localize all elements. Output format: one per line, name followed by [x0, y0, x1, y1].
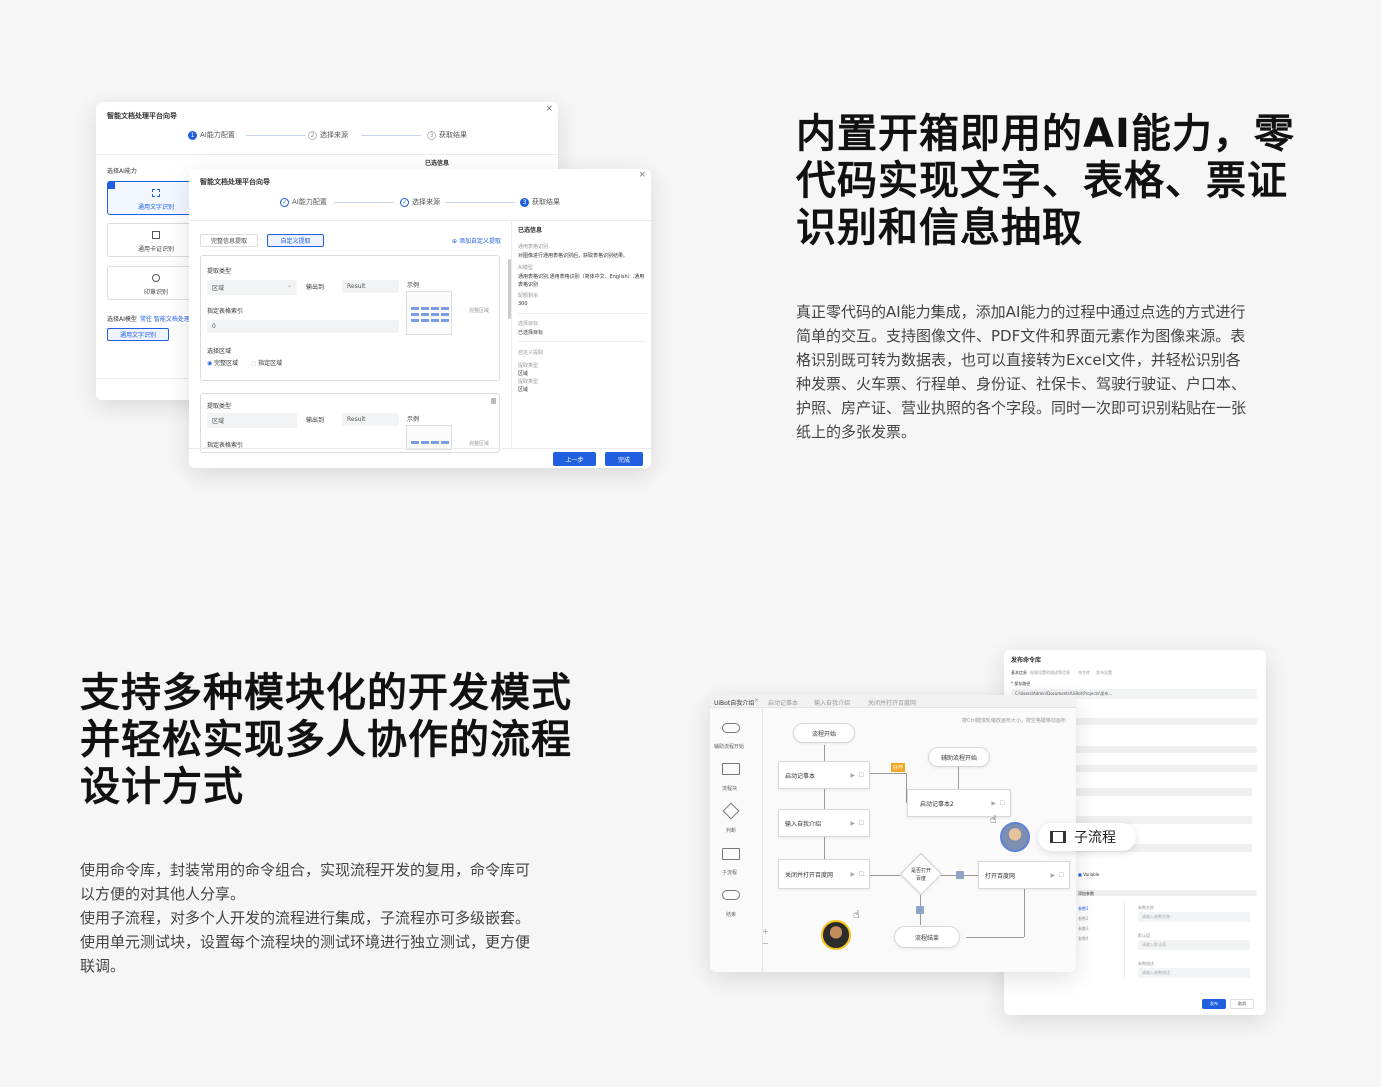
- radio-checked-icon: ◉: [207, 360, 213, 367]
- wizard-front-dialog: 智能文档处理平台向导 × ✓ AI能力配置 ✓ 选择来源 3 获取结果 完整信息提取 …: [189, 169, 651, 468]
- edit-icon[interactable]: ☐: [859, 772, 864, 779]
- example-callout: 完整区域: [469, 441, 490, 447]
- tab-notepad[interactable]: 启动记事本: [768, 698, 798, 707]
- plus-circle-icon: ⊕: [452, 238, 458, 245]
- table-example-image: [406, 291, 452, 335]
- type-select[interactable]: 区域: [207, 280, 297, 295]
- done-button[interactable]: 完成: [605, 452, 643, 466]
- step-3[interactable]: 3 获取结果: [520, 197, 560, 207]
- play-icon[interactable]: ▶: [850, 772, 855, 779]
- type-select[interactable]: 区域: [207, 413, 297, 428]
- edit-icon[interactable]: ☐: [1000, 800, 1005, 807]
- edit-icon[interactable]: ☐: [859, 871, 864, 878]
- selected-info-label: 已选信息: [425, 160, 450, 167]
- step-2[interactable]: ✓ 选择来源: [400, 197, 440, 207]
- dialog-title: 智能文档处理平台向导: [107, 112, 177, 120]
- subflow-shape-icon[interactable]: [722, 848, 740, 860]
- decision-shape-icon[interactable]: [722, 802, 740, 820]
- model-label: 选择AI模型: [107, 316, 137, 323]
- close-icon[interactable]: ×: [545, 104, 553, 114]
- tab-uibot[interactable]: UiBot自我介绍: [714, 698, 754, 707]
- dialog-title: 发布命令库: [1011, 657, 1042, 664]
- step-3[interactable]: 3 获取结果: [427, 130, 467, 140]
- avatar: [821, 920, 851, 950]
- zoom-in-button[interactable]: +: [762, 927, 769, 936]
- ocr-icon: [152, 189, 160, 197]
- node-helper-start[interactable]: 辅助流程开始: [928, 747, 990, 767]
- section2-paragraph: 使用命令库，封装常用的命令组合，实现流程开发的复用，命令库可 以方便的对其他人分…: [80, 861, 531, 975]
- section1-headline: 内置开箱即用的AI能力，零 代码实现文字、表格、票证 识别和信息抽取: [796, 111, 1295, 251]
- add-custom-link[interactable]: ⊕ 添加自定义提取: [452, 236, 501, 245]
- play-icon[interactable]: ▶: [850, 871, 855, 878]
- trash-icon[interactable]: [491, 398, 496, 404]
- status-badge: 好坏: [891, 763, 906, 772]
- chevron-down-icon: ⌄: [287, 282, 293, 289]
- zoom-out-button[interactable]: −: [762, 939, 769, 948]
- play-icon[interactable]: ▶: [850, 820, 855, 827]
- tab-full-extract[interactable]: 完整信息提取: [200, 234, 258, 247]
- cancel-button[interactable]: 取消: [1230, 999, 1254, 1009]
- cursor-icon: ☝: [990, 813, 997, 826]
- avatar: [1000, 822, 1030, 852]
- node-intro[interactable]: 输入自我介绍 ▶ ☐: [778, 809, 870, 837]
- checkbox[interactable]: ■ Variable: [1078, 872, 1099, 877]
- node-baidu[interactable]: 关闭并打开百度网 ▶ ☐: [778, 859, 870, 889]
- example-callout: 完整区域: [469, 308, 490, 314]
- model-link[interactable]: 常往 智能文档处理平: [140, 314, 196, 323]
- subflow-tag: 子流程: [1038, 823, 1136, 851]
- radio-full[interactable]: ◉ 完整区域: [207, 358, 238, 367]
- section1-paragraph: 真正零代码的AI能力集成，添加AI能力的过程中通过点选的方式进行 简单的交互。支…: [796, 303, 1247, 441]
- publish-button[interactable]: 发布: [1202, 999, 1226, 1009]
- model-select-button[interactable]: 通用文字识别: [107, 328, 169, 341]
- table-example-image: [406, 425, 452, 450]
- subflow-icon: [1050, 831, 1066, 843]
- end-shape-icon[interactable]: [722, 890, 740, 900]
- extract-block-2: 提取类型 区域 输出到 Result 示例 完整区域 指定表格索引: [200, 393, 500, 453]
- section-label: 选择AI能力: [107, 168, 137, 175]
- tab-close-icon[interactable]: ×: [754, 697, 759, 704]
- node-open-baidu[interactable]: 打开百度网 ▶ ☐: [978, 861, 1070, 889]
- checkbox-checked-icon: ■: [1078, 872, 1082, 877]
- scrollbar[interactable]: [508, 259, 511, 319]
- tab-intro[interactable]: 输入自我介绍: [814, 698, 850, 707]
- block-shape-icon[interactable]: [722, 763, 740, 775]
- card-icon: [152, 231, 160, 239]
- close-icon[interactable]: ×: [638, 170, 646, 180]
- badge-icon: [956, 871, 964, 879]
- index-input[interactable]: 0: [207, 320, 399, 333]
- check-corner-icon: [108, 182, 115, 189]
- canvas-hint: 按Ctrl键滚轮缩放画布大小，按空格键移动画布: [962, 718, 1066, 724]
- node-end[interactable]: 流程结束: [894, 926, 960, 948]
- extract-block-1: 提取类型 区域 ⌄ 输出到 Result 示例 完整区域 指定表格索引 0 选择…: [200, 255, 500, 381]
- step-1[interactable]: ✓ AI能力配置: [280, 197, 327, 207]
- radio-custom[interactable]: ○ 指定区域: [251, 358, 282, 367]
- seal-icon: [152, 274, 160, 282]
- node-notepad[interactable]: 启动记事本 ▶ ☐: [778, 761, 870, 789]
- edit-icon[interactable]: ☐: [1059, 872, 1064, 879]
- side-title: 已选信息: [518, 227, 543, 234]
- tab-custom-extract[interactable]: 自定义提取: [267, 234, 324, 247]
- tab-baidu[interactable]: 关闭并打开百度网: [868, 698, 916, 707]
- node-start[interactable]: 流程开始: [793, 723, 855, 743]
- cursor-icon: ☝: [853, 908, 860, 921]
- badge-icon: [916, 906, 924, 914]
- radio-unchecked-icon: ○: [251, 360, 257, 367]
- start-shape-icon[interactable]: [722, 723, 740, 733]
- output-field[interactable]: Result: [342, 413, 399, 426]
- dialog-title: 智能文档处理平台向导: [200, 178, 270, 186]
- edit-icon[interactable]: ☐: [859, 820, 864, 827]
- prev-button[interactable]: 上一步: [553, 452, 596, 466]
- play-icon[interactable]: ▶: [1050, 872, 1055, 879]
- play-icon[interactable]: ▶: [991, 800, 996, 807]
- step-1[interactable]: 1 AI能力配置: [188, 130, 235, 140]
- section2-headline: 支持多种模块化的开发模式 并轻松实现多人协作的流程 设计方式: [80, 670, 572, 810]
- output-field[interactable]: Result: [342, 280, 399, 293]
- step-2[interactable]: 2 选择来源: [308, 130, 348, 140]
